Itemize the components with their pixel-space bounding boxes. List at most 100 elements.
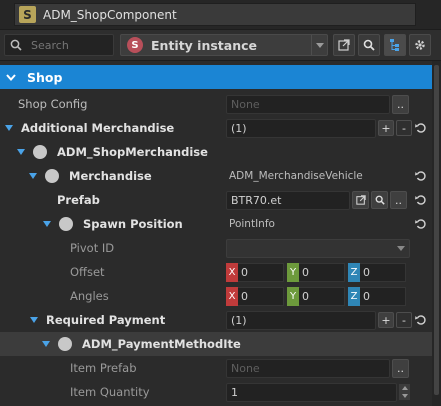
angles-z-input[interactable]: 0 [360,286,406,306]
expand-toggle[interactable]: Required Payment [30,308,165,332]
reset-icon[interactable] [414,121,428,135]
open-external-button[interactable] [333,34,355,56]
search-input[interactable] [31,38,111,52]
spawn-position-class-value: PointInfo [229,218,275,230]
expand-toggle[interactable]: ADM_PaymentMethodIte [42,332,241,356]
quantity-stepper[interactable] [399,384,410,400]
pivot-id-dropdown[interactable] [226,238,410,258]
expand-toggle[interactable]: Spawn Position [43,212,183,236]
magnifier-icon [375,195,385,205]
object-icon [58,337,72,351]
reset-icon[interactable] [414,169,428,183]
object-icon [45,169,59,183]
offset-y-input[interactable]: 0 [299,262,345,282]
expand-toggle[interactable]: Merchandise [29,164,152,188]
expand-toggle[interactable]: Additional Merchandise [5,116,174,140]
open-external-icon [338,39,350,51]
find-prefab-button[interactable] [371,191,388,209]
remove-element-button[interactable]: - [396,120,412,136]
stepper-down-icon[interactable] [399,392,410,400]
stepper-up-icon[interactable] [399,384,410,392]
browse-prefab-button[interactable]: .. [390,191,407,209]
property-label: Spawn Position [83,217,183,231]
expand-arrow-icon [43,221,51,227]
browse-button[interactable]: .. [392,94,409,114]
property-row-shop-merchandise: ADM_ShopMerchandise [0,140,432,164]
property-row-required-payment: Required Payment (1) + - [0,308,432,332]
property-label: Merchandise [69,169,152,183]
component-tab[interactable]: S ADM_ShopComponent [14,3,416,26]
axis-z-label: Z [348,286,360,306]
item-prefab-field[interactable]: None [226,358,390,378]
property-label: ADM_PaymentMethodIte [82,337,241,351]
section-title: Shop [27,69,63,85]
property-row-item-quantity: Item Quantity 1 [0,380,432,404]
axis-x-label: X [226,286,238,306]
angles-x-input[interactable]: 0 [238,286,284,306]
property-label: Angles [70,289,109,303]
browse-button[interactable]: .. [392,358,409,378]
shop-config-field[interactable]: None [226,94,390,114]
merchandise-class-value: ADM_MerchandiseVehicle [229,170,363,182]
expand-arrow-icon [17,149,25,155]
item-quantity-input[interactable]: 1 [226,382,397,402]
axis-z-label: Z [348,262,360,282]
prefab-field[interactable]: BTR70.et [226,190,350,210]
array-count-field: (1) [226,310,376,330]
script-component-icon: S [19,6,36,23]
open-prefab-button[interactable] [352,191,369,209]
scrollbar[interactable] [432,61,441,406]
offset-z-input[interactable]: 0 [360,262,406,282]
magnifier-icon [363,39,375,51]
entity-mode-select[interactable]: S Entity instance [120,34,328,56]
expand-arrow-icon [42,341,50,347]
open-external-icon [355,195,366,205]
gear-icon [415,40,425,50]
title-bar: S ADM_ShopComponent [0,0,441,29]
array-count-field: (1) [226,118,376,138]
property-label: Offset [70,265,105,279]
search-icon [10,39,22,51]
expand-arrow-icon [30,317,38,323]
object-icon [33,145,47,159]
property-label: Additional Merchandise [21,121,175,135]
angles-y-input[interactable]: 0 [299,286,345,306]
expand-arrow-icon [5,125,13,131]
reset-icon[interactable] [414,193,428,207]
property-row-additional-merchandise: Additional Merchandise (1) + - [0,116,432,140]
property-row-merchandise: Merchandise ADM_MerchandiseVehicle [0,164,432,188]
object-icon [59,217,73,231]
remove-element-button[interactable]: - [396,312,412,328]
section-header-shop[interactable]: Shop [0,65,432,89]
property-label: Item Prefab [70,361,137,375]
property-label: Item Quantity [70,385,150,399]
property-label: Pivot ID [70,241,115,255]
property-label: Required Payment [46,313,166,327]
property-row-item-prefab: Item Prefab None .. [0,356,432,380]
add-element-button[interactable]: + [378,312,394,328]
property-label: ADM_ShopMerchandise [57,145,208,159]
entity-mode-label: Entity instance [151,37,257,53]
hierarchy-icon [390,39,399,51]
property-row-angles: Angles X0 Y0 Z0 [0,284,432,308]
find-button[interactable] [358,34,380,56]
expand-arrow-icon [29,173,37,179]
property-label: Prefab [57,193,100,207]
property-row-payment-method[interactable]: ADM_PaymentMethodIte [0,332,432,356]
property-row-pivot-id: Pivot ID [0,236,432,260]
search-box[interactable] [4,34,114,56]
expand-toggle[interactable]: ADM_ShopMerchandise [17,140,208,164]
chevron-down-icon [397,245,405,251]
property-row-spawn-position: Spawn Position PointInfo [0,212,432,236]
add-element-button[interactable]: + [378,120,394,136]
reset-icon[interactable] [414,313,428,327]
entity-mode-icon: S [127,37,143,53]
chevron-down-icon [311,35,327,55]
hierarchy-button[interactable] [384,34,406,56]
axis-x-label: X [226,262,238,282]
axis-y-label: Y [287,262,299,282]
offset-x-input[interactable]: 0 [238,262,284,282]
settings-button[interactable] [409,34,431,56]
scrollbar-thumb[interactable] [434,65,439,395]
reset-icon[interactable] [414,217,428,231]
